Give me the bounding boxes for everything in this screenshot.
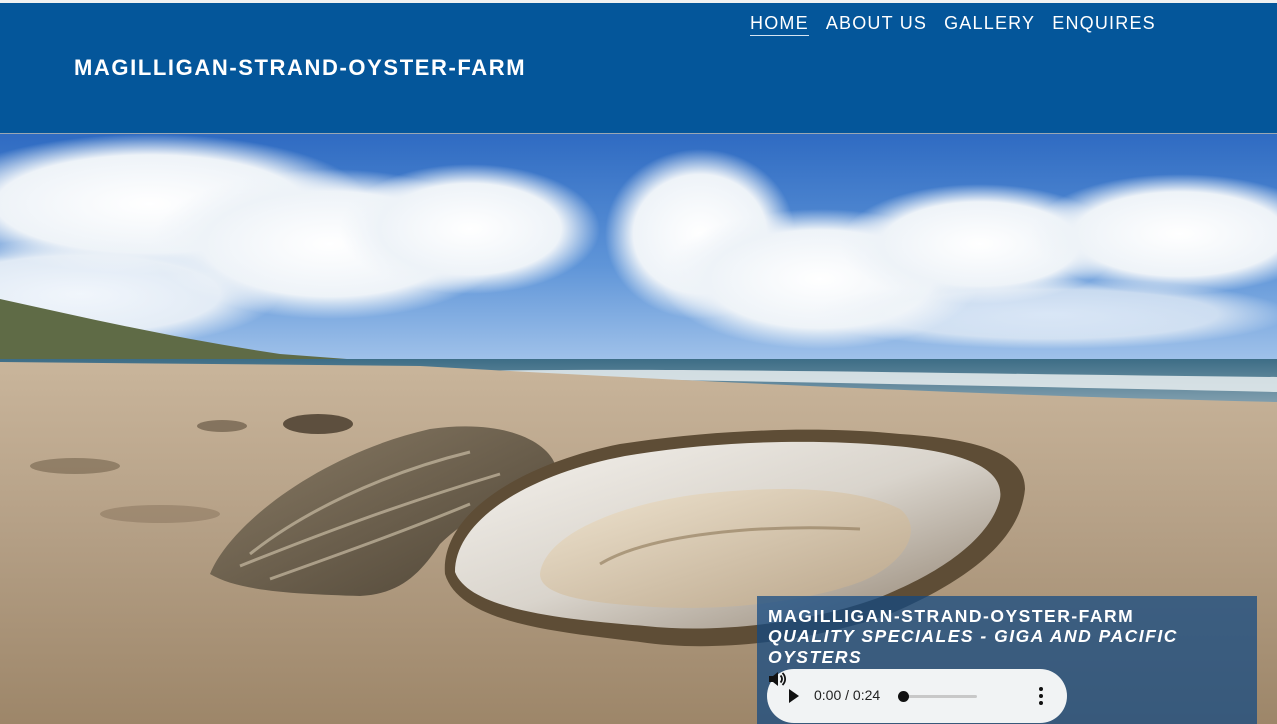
main-nav: HOME ABOUT US GALLERY ENQUIRES <box>750 13 1156 36</box>
more-options-icon[interactable] <box>1037 686 1045 706</box>
audio-seek-bar[interactable] <box>898 691 977 702</box>
volume-icon[interactable] <box>767 669 787 689</box>
audio-time: 0:00 / 0:24 <box>814 687 881 703</box>
hero-banner: MAGILLIGAN-STRAND-OYSTER-FARM QUALITY SP… <box>0 134 1277 724</box>
nav-about-us[interactable]: ABOUT US <box>826 13 927 36</box>
nav-gallery[interactable]: GALLERY <box>944 13 1035 36</box>
site-title: MAGILLIGAN-STRAND-OYSTER-FARM <box>74 55 527 80</box>
seek-knob[interactable] <box>898 691 909 702</box>
nav-enquires[interactable]: ENQUIRES <box>1052 13 1156 36</box>
caption-title: MAGILLIGAN-STRAND-OYSTER-FARM <box>768 606 1135 626</box>
hero-caption: MAGILLIGAN-STRAND-OYSTER-FARM QUALITY SP… <box>757 596 1257 724</box>
caption-subtitle: QUALITY SPECIALES - GIGA AND PACIFIC OYS… <box>768 626 1178 667</box>
audio-player[interactable]: 0:00 / 0:24 <box>767 669 1067 723</box>
nav-home[interactable]: HOME <box>750 13 809 36</box>
site-header: MAGILLIGAN-STRAND-OYSTER-FARM HOME ABOUT… <box>0 3 1277 134</box>
play-icon[interactable] <box>789 689 799 703</box>
